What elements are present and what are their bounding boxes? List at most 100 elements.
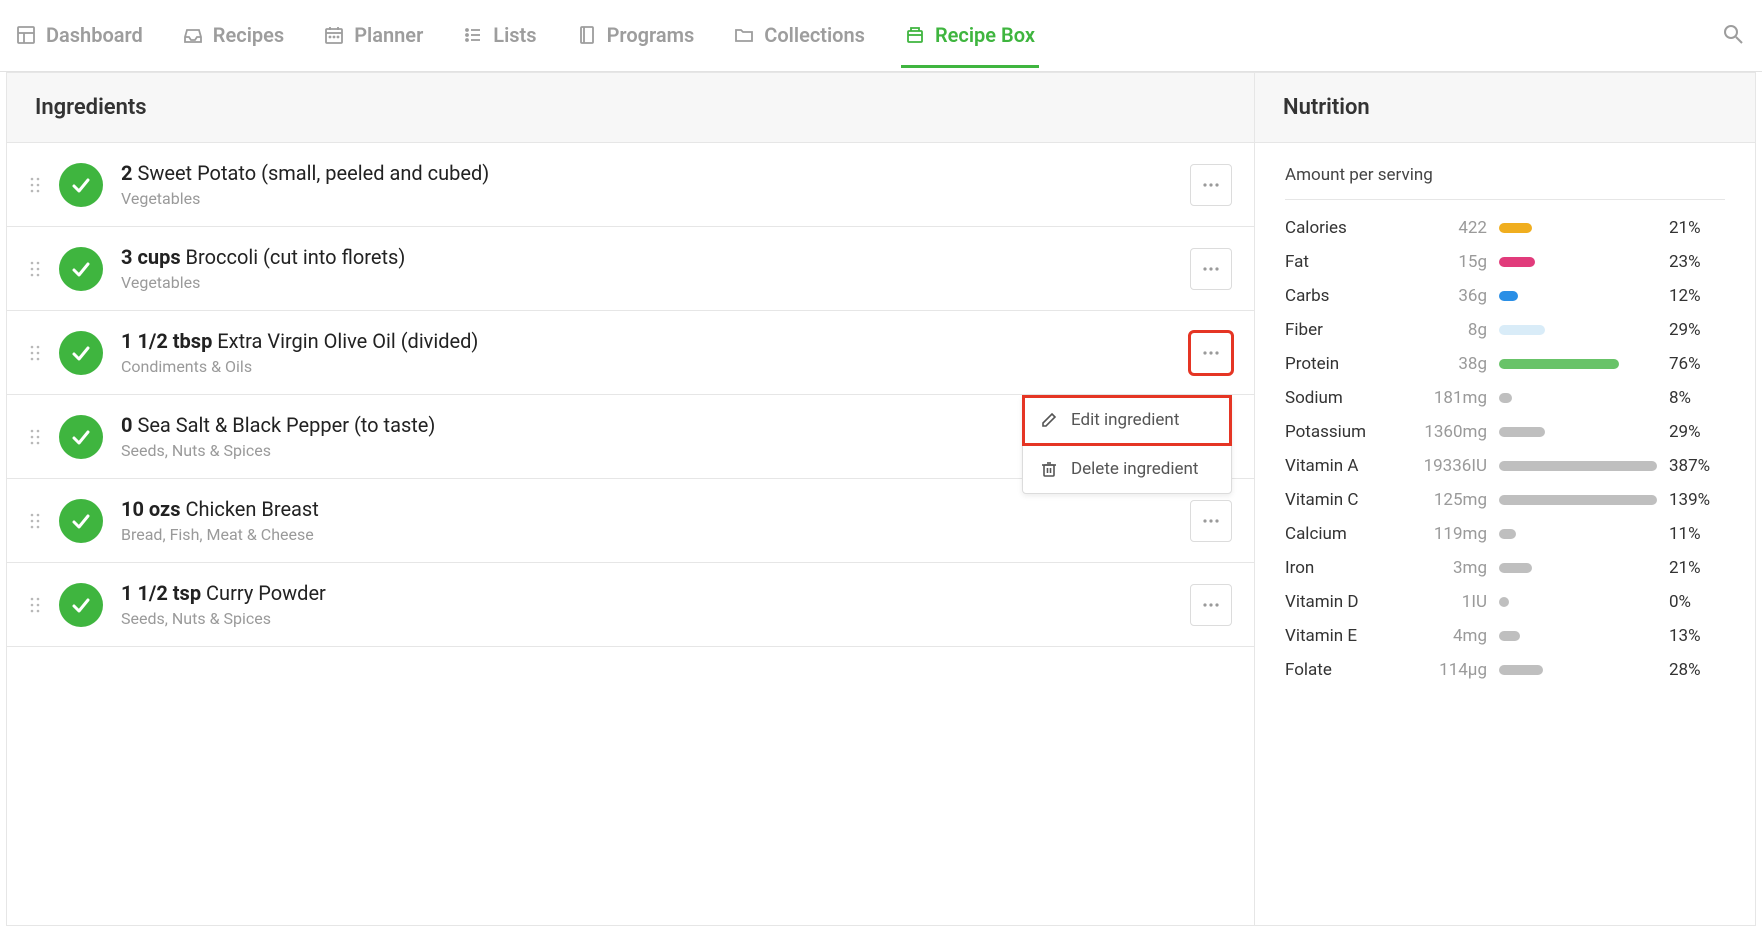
nutrition-bar <box>1499 393 1512 403</box>
nutrition-bar <box>1499 665 1543 675</box>
check-icon[interactable] <box>59 415 103 459</box>
check-icon[interactable] <box>59 331 103 375</box>
nutrition-value: 19336IU <box>1407 456 1487 476</box>
nutrition-bar <box>1499 631 1520 641</box>
ingredient-line: 10 ozs Chicken Breast <box>121 497 1172 521</box>
nutrition-bar <box>1499 223 1532 233</box>
nutrition-row: Folate114µg28% <box>1285 660 1725 680</box>
ingredient-line: 1 1/2 tbsp Extra Virgin Olive Oil (divid… <box>121 329 1172 353</box>
drag-handle-icon[interactable] <box>29 259 41 279</box>
ingredient-name: Sea Salt & Black Pepper (to taste) <box>132 413 435 437</box>
drag-handle-icon[interactable] <box>29 343 41 363</box>
edit-ingredient-menu-item[interactable]: Edit ingredient <box>1023 396 1231 445</box>
nutrition-value: 36g <box>1407 286 1487 306</box>
top-nav: Dashboard Recipes Planner Lists Programs… <box>0 0 1762 72</box>
nutrition-percent: 387% <box>1669 456 1725 476</box>
drag-handle-icon[interactable] <box>29 511 41 531</box>
drag-handle-icon[interactable] <box>29 427 41 447</box>
drag-handle-icon[interactable] <box>29 595 41 615</box>
nutrition-row: Iron3mg21% <box>1285 558 1725 578</box>
nutrition-bar-wrap <box>1499 325 1657 335</box>
nutrition-bar <box>1499 257 1535 267</box>
menu-item-label: Delete ingredient <box>1071 459 1198 479</box>
nutrition-row: Sodium181mg8% <box>1285 388 1725 408</box>
nutrition-row: Vitamin C125mg139% <box>1285 490 1725 510</box>
ingredient-name: Extra Virgin Olive Oil (divided) <box>212 329 478 353</box>
inbox-icon <box>183 25 203 45</box>
nutrition-name: Protein <box>1285 354 1395 374</box>
ingredient-row: 1 1/2 tsp Curry PowderSeeds, Nuts & Spic… <box>7 563 1254 647</box>
more-options-button[interactable] <box>1190 248 1232 290</box>
nav-dashboard[interactable]: Dashboard <box>12 3 147 68</box>
nutrition-value: 1IU <box>1407 592 1487 612</box>
nutrition-bar <box>1499 461 1657 471</box>
nutrition-bar-wrap <box>1499 427 1657 437</box>
nutrition-percent: 8% <box>1669 388 1725 408</box>
nav-lists[interactable]: Lists <box>459 3 540 68</box>
ingredient-text: 10 ozs Chicken Breast Bread, Fish, Meat &… <box>121 497 1172 544</box>
ingredient-category: Bread, Fish, Meat & Cheese <box>121 525 1172 544</box>
nutrition-name: Vitamin D <box>1285 592 1395 612</box>
nutrition-bar <box>1499 563 1532 573</box>
nutrition-value: 15g <box>1407 252 1487 272</box>
ingredient-row: 1 1/2 tbsp Extra Virgin Olive Oil (divid… <box>7 311 1254 395</box>
ingredient-amount: 1 1/2 tsp <box>121 581 201 605</box>
ingredient-text: 0 Sea Salt & Black Pepper (to taste)Seed… <box>121 413 1172 460</box>
nutrition-row: Potassium1360mg29% <box>1285 422 1725 442</box>
nutrition-bar-wrap <box>1499 461 1657 471</box>
nutrition-bar-wrap <box>1499 495 1657 505</box>
ingredients-panel: Ingredients 2 Sweet Potato (small, peele… <box>7 73 1255 925</box>
delete-ingredient-menu-item[interactable]: Delete ingredient <box>1023 445 1231 493</box>
nutrition-bar-wrap <box>1499 257 1657 267</box>
nav-collections[interactable]: Collections <box>730 3 869 68</box>
check-icon[interactable] <box>59 499 103 543</box>
nutrition-value: 3mg <box>1407 558 1487 578</box>
ingredients-header: Ingredients <box>7 73 1254 143</box>
nutrition-value: 181mg <box>1407 388 1487 408</box>
nutrition-value: 8g <box>1407 320 1487 340</box>
nutrition-name: Fat <box>1285 252 1395 272</box>
menu-item-label: Edit ingredient <box>1071 410 1179 430</box>
nutrition-row: Protein38g76% <box>1285 354 1725 374</box>
nutrition-value: 4mg <box>1407 626 1487 646</box>
nutrition-name: Iron <box>1285 558 1395 578</box>
ingredient-text: 3 cups Broccoli (cut into florets)Vegeta… <box>121 245 1172 292</box>
ingredient-amount: 1 1/2 tbsp <box>121 329 212 353</box>
book-icon <box>577 25 597 45</box>
more-options-button[interactable] <box>1190 500 1232 542</box>
more-options-button[interactable] <box>1190 332 1232 374</box>
nutrition-list: Calories42221%Fat15g23%Carbs36g12%Fiber8… <box>1285 218 1725 680</box>
ingredient-text: 1 1/2 tsp Curry PowderSeeds, Nuts & Spic… <box>121 581 1172 628</box>
nav-recipes[interactable]: Recipes <box>179 3 288 68</box>
more-options-button[interactable] <box>1190 164 1232 206</box>
nutrition-percent: 12% <box>1669 286 1725 306</box>
drag-handle-icon[interactable] <box>29 175 41 195</box>
nav-label: Dashboard <box>46 23 143 47</box>
ingredient-category: Seeds, Nuts & Spices <box>121 441 1172 460</box>
nav-recipe-box[interactable]: Recipe Box <box>901 3 1039 68</box>
check-icon[interactable] <box>59 163 103 207</box>
nutrition-bar-wrap <box>1499 359 1657 369</box>
ellipsis-icon <box>1202 602 1220 608</box>
dashboard-icon <box>16 25 36 45</box>
nutrition-percent: 23% <box>1669 252 1725 272</box>
ingredient-name: Chicken Breast <box>181 497 319 521</box>
nutrition-percent: 28% <box>1669 660 1725 680</box>
nutrition-row: Fat 15g 23% <box>1285 252 1725 272</box>
nav-label: Collections <box>764 23 865 47</box>
search-button[interactable] <box>1716 17 1750 55</box>
nutrition-bar <box>1499 359 1619 369</box>
nutrition-name: Vitamin A <box>1285 456 1395 476</box>
check-icon[interactable] <box>59 583 103 627</box>
nutrition-panel: Nutrition Amount per serving Calories422… <box>1255 73 1755 925</box>
nav-planner[interactable]: Planner <box>320 3 427 68</box>
ingredient-category: Condiments & Oils <box>121 357 1172 376</box>
trash-icon <box>1041 461 1057 477</box>
ellipsis-icon <box>1202 266 1220 272</box>
check-icon[interactable] <box>59 247 103 291</box>
nav-label: Planner <box>354 23 423 47</box>
nutrition-value: 114µg <box>1407 660 1487 680</box>
nav-programs[interactable]: Programs <box>573 3 699 68</box>
search-icon <box>1722 23 1744 45</box>
more-options-button[interactable] <box>1190 584 1232 626</box>
